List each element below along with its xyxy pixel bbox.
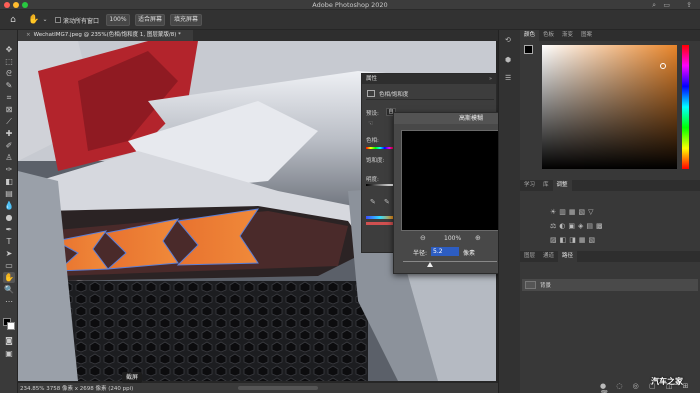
search-icon[interactable]: ⌕ [652, 1, 656, 10]
eyedropper-tool-icon[interactable]: ⟋ [3, 116, 15, 127]
background-color-swatch[interactable] [7, 322, 15, 330]
hue-range-bar [366, 216, 394, 219]
zoom-100-button[interactable]: 100% [106, 14, 130, 26]
hand-tool-icon[interactable]: ✋ [3, 272, 15, 283]
properties-panel-icon[interactable]: ☰ [505, 74, 511, 82]
home-icon[interactable]: ⌂ [6, 13, 20, 27]
dodge-tool-icon[interactable]: ● [3, 212, 15, 223]
hue-strip[interactable] [682, 45, 689, 169]
zoom-in-icon[interactable]: ⊕ [475, 234, 481, 242]
preview-zoom-label: 100% [444, 235, 462, 242]
tab-paths[interactable]: 路径 [558, 251, 578, 262]
tab-learn[interactable]: 学习 [520, 180, 539, 191]
document-status-text: 234.85% 3758 像素 x 2698 像素 (240 ppi) [20, 386, 134, 392]
layers-panel-tabs: 图层 通道 路径 [520, 251, 700, 262]
quick-select-tool-icon[interactable]: ✎ [3, 80, 15, 91]
lightness-slider[interactable] [366, 184, 394, 186]
radius-unit-label: 像素 [463, 250, 476, 257]
panel-icon-strip: ⟲ ⬢ ☰ [498, 30, 520, 393]
tab-layers[interactable]: 图层 [520, 251, 539, 262]
history-brush-tool-icon[interactable]: ✑ [3, 164, 15, 175]
hue-range-result-bar [366, 222, 394, 225]
adjustment-layer-icon [367, 90, 375, 97]
history-panel-icon[interactable]: ⟲ [505, 36, 511, 44]
blur-preview-area[interactable] [401, 130, 503, 231]
eraser-tool-icon[interactable]: ◧ [3, 176, 15, 187]
tools-panel: ✥ ⬚ ᘓ ✎ ⌗ ⊠ ⟋ ✚ ✐ ♙ ✑ ◧ ▤ 💧 ● ✒ T ➤ ▭ ✋ … [0, 30, 18, 393]
saturation-label: 饱和度: [366, 158, 385, 164]
layer-name: 背景 [540, 283, 552, 289]
target-adjust-icon[interactable]: ☜ [368, 120, 373, 127]
document-tab-label: WechatIMG7.jpeg @ 235%(色相/饱和度 1, 图层蒙版/8)… [33, 32, 181, 38]
tab-swatches[interactable]: 色板 [539, 30, 558, 41]
blur-tool-icon[interactable]: 💧 [3, 200, 15, 211]
brush-tool-icon[interactable]: ✐ [3, 140, 15, 151]
radius-slider-thumb[interactable] [427, 262, 433, 267]
paths-panel-footer-icons[interactable]: ● ◌ ◎ ▢ ◫ ⊞ 🗑 [600, 382, 700, 393]
watermark-logo: 汽车之家 [651, 377, 683, 386]
screenshot-tooltip: 截屏 [122, 372, 142, 383]
list-item[interactable]: 背景 [522, 279, 698, 291]
path-select-tool-icon[interactable]: ➤ [3, 248, 15, 259]
adjustments-panel-tabs: 学习库调整 [520, 180, 700, 191]
adjustment-icons-grid[interactable]: ☀▥▦▧▽ ⚖◐▣◈▤▩ ▨◧◨▦▧ [550, 205, 640, 247]
lightness-label: 明度: [366, 177, 379, 183]
fit-screen-button[interactable]: 适合屏幕 [135, 14, 165, 26]
zoom-out-icon[interactable]: ⊖ [420, 234, 426, 242]
title-bar: Adobe Photoshop 2020 ⌕ ▭ ⇪ [0, 0, 700, 10]
radius-label: 半径: [413, 250, 428, 257]
tab-color[interactable]: 颜色 [520, 30, 540, 41]
stamp-tool-icon[interactable]: ♙ [3, 152, 15, 163]
crop-tool-icon[interactable]: ⌗ [3, 92, 15, 103]
marquee-tool-icon[interactable]: ⬚ [3, 56, 15, 67]
foreground-swatch[interactable] [524, 45, 533, 54]
screen-mode-icon[interactable]: ▣ [3, 348, 15, 359]
eyedropper-plus-icon[interactable]: ✎ [384, 198, 390, 206]
color-picker-field[interactable] [542, 45, 677, 169]
more-tools-icon[interactable]: ⋯ [3, 296, 15, 307]
zoom-tool-icon[interactable]: 🔍 [3, 284, 15, 295]
rectangle-tool-icon[interactable]: ▭ [3, 260, 15, 271]
properties-panel-title: 属性 [362, 74, 496, 84]
pen-tool-icon[interactable]: ✒ [3, 224, 15, 235]
3d-panel-icon[interactable]: ⬢ [505, 56, 511, 64]
horizontal-scrollbar[interactable] [238, 386, 318, 390]
document-tab[interactable]: × WechatIMG7.jpeg @ 235%(色相/饱和度 1, 图层蒙版/8… [18, 30, 193, 41]
tab-channels[interactable]: 通道 [539, 251, 558, 262]
close-tab-icon[interactable]: × [26, 32, 31, 38]
hue-label: 色相: [366, 138, 379, 144]
preset-label: 预设: [366, 111, 379, 117]
layer-thumbnail [525, 281, 536, 289]
fill-screen-button[interactable]: 填充屏幕 [170, 14, 202, 26]
color-picker-cursor[interactable] [660, 63, 666, 69]
healing-tool-icon[interactable]: ✚ [3, 128, 15, 139]
color-panel-tabs: 颜色 色板 渐变 图案 [520, 30, 700, 41]
hue-slider[interactable] [366, 147, 394, 149]
document-tab-bar: × WechatIMG7.jpeg @ 235%(色相/饱和度 1, 图层蒙版/8… [18, 30, 498, 41]
radius-slider-track[interactable] [403, 261, 497, 262]
chevron-down-icon[interactable]: ⌄ [38, 13, 52, 27]
share-icon[interactable]: ⇪ [686, 1, 692, 9]
lasso-tool-icon[interactable]: ᘓ [3, 68, 15, 79]
tab-patterns[interactable]: 图案 [577, 30, 596, 41]
app-title: Adobe Photoshop 2020 [312, 1, 388, 9]
scroll-all-label: 滚动所有窗口 [63, 18, 100, 25]
gradient-tool-icon[interactable]: ▤ [3, 188, 15, 199]
radius-input[interactable]: 5.2 [431, 247, 459, 256]
tab-libraries[interactable]: 库 [539, 180, 553, 191]
tab-gradients[interactable]: 渐变 [558, 30, 577, 41]
status-bar: 234.85% 3758 像素 x 2698 像素 (240 ppi) [18, 383, 498, 393]
workspace-icon[interactable]: ▭ [663, 1, 670, 9]
quick-mask-icon[interactable]: ◙ [3, 335, 15, 346]
adjustment-type-label: 色相/饱和度 [379, 92, 409, 98]
scroll-all-checkbox[interactable] [55, 17, 61, 23]
options-bar: ⌂ ✋ ⌄ 滚动所有窗口 100% 适合屏幕 填充屏幕 [0, 10, 700, 30]
right-dock: 颜色 色板 渐变 图案 学习库调整 ☀▥▦▧▽ ⚖◐▣◈▤▩ ▨◧◨▦▧ 图层 通道 路径 背… [520, 30, 700, 393]
frame-tool-icon[interactable]: ⊠ [3, 104, 15, 115]
eyedropper-icon[interactable]: ✎ [370, 198, 376, 206]
move-tool-icon[interactable]: ✥ [3, 44, 15, 55]
tab-adjustments[interactable]: 调整 [552, 180, 572, 191]
panel-collapse-icon[interactable]: » [489, 76, 492, 82]
type-tool-icon[interactable]: T [3, 236, 15, 247]
